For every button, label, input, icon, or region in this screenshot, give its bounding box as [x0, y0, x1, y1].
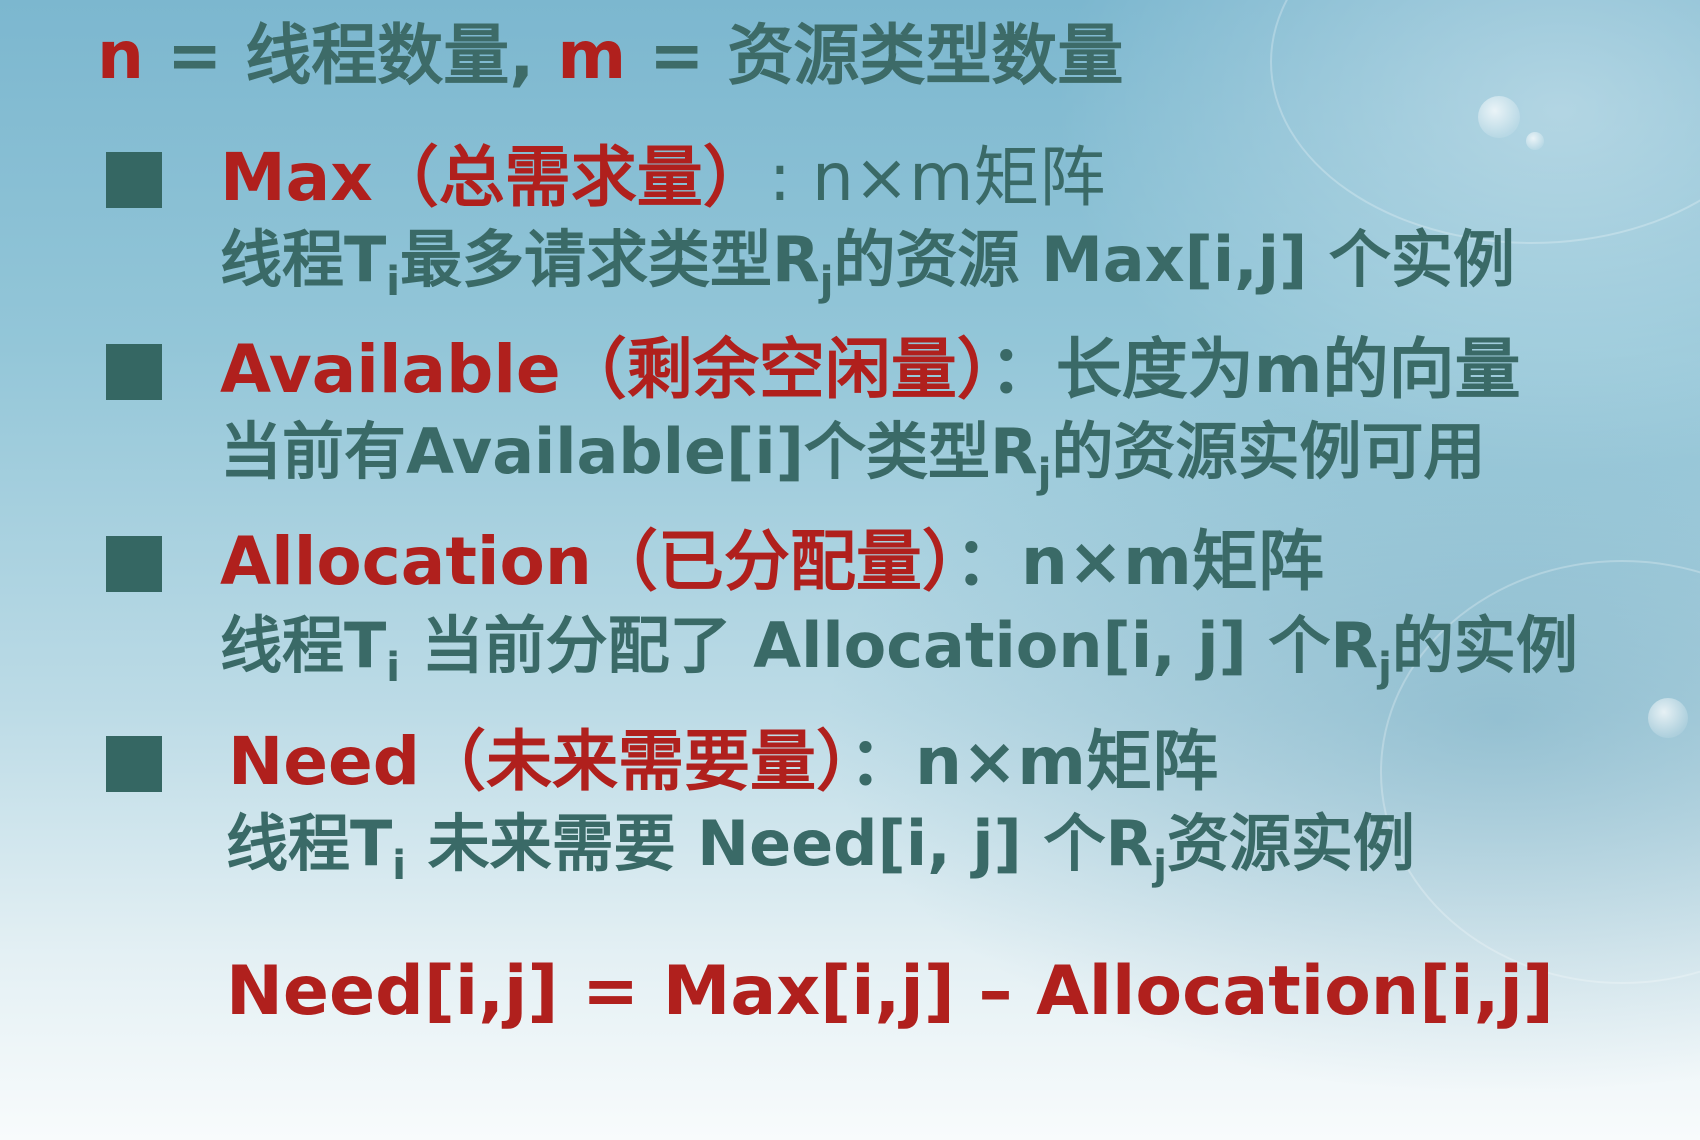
decor-swirl: [1270, 0, 1700, 244]
term-chinese: （未来需要量）: [420, 723, 850, 800]
term-name: Max: [220, 139, 373, 216]
desc-subscript: i: [386, 259, 401, 305]
term-name: Available: [220, 331, 561, 408]
desc-subscript: j: [819, 259, 834, 305]
bullet-description: 线程Ti最多请求类型Rj的资源 Max[i,j] 个实例: [220, 220, 1515, 302]
bullet-title: Max（总需求量）: n×m矩阵: [220, 138, 1105, 218]
bullet-title: Allocation（已分配量）：n×m矩阵: [220, 522, 1324, 602]
heading-n-variable: n: [97, 17, 144, 94]
desc-subscript: j: [1153, 843, 1167, 889]
term-name: Allocation: [220, 523, 592, 600]
desc-text: 线程T: [226, 807, 393, 880]
desc-subscript: i: [386, 645, 401, 691]
heading-n-description: 线程数量,: [245, 17, 535, 94]
heading-m-variable: m: [557, 17, 627, 94]
desc-text: 的资源实例可用: [1051, 415, 1486, 488]
desc-text: 资源实例: [1166, 807, 1415, 880]
bullet-title: Need（未来需要量）：n×m矩阵: [228, 722, 1218, 802]
term-chinese: （剩余空闲量）: [560, 331, 990, 408]
desc-text: 的资源 Max[i,j] 个实例: [833, 223, 1515, 296]
bullet-description: 线程Ti 当前分配了 Allocation[i, j] 个Rj的实例: [220, 606, 1578, 688]
term-type: : n×m矩阵: [768, 139, 1106, 216]
desc-text: 未来需要 Need[i, j] 个R: [406, 807, 1154, 880]
desc-text: 当前有Available[i]个类型R: [220, 415, 1038, 488]
term-type: ：长度为m的向量: [989, 331, 1521, 408]
bullet-description: 当前有Available[i]个类型Rj的资源实例可用: [220, 412, 1486, 494]
desc-text: 最多请求类型R: [400, 223, 820, 296]
term-type: ：n×m矩阵: [849, 723, 1219, 800]
need-formula: Need[i,j] = Max[i,j] – Allocation[i,j]: [226, 952, 1554, 1031]
term-chinese: （已分配量）: [591, 523, 955, 600]
term-chinese: （总需求量）: [372, 139, 769, 216]
bullet-title: Available（剩余空闲量）：长度为m的向量: [220, 330, 1520, 410]
page-heading: n = 线程数量, m = 资源类型数量: [97, 14, 1123, 98]
desc-subscript: i: [392, 843, 407, 889]
desc-text: 线程T: [220, 223, 387, 296]
desc-text: 线程T: [220, 609, 387, 682]
bullet-description: 线程Ti 未来需要 Need[i, j] 个Rj资源实例: [226, 804, 1415, 886]
desc-text: 当前分配了 Allocation[i, j] 个R: [400, 609, 1379, 682]
heading-m-description: 资源类型数量: [727, 17, 1124, 94]
desc-subscript: j: [1037, 451, 1052, 497]
term-type: ：n×m矩阵: [954, 523, 1324, 600]
bullet-square-icon: [106, 344, 162, 400]
desc-subscript: j: [1378, 645, 1392, 691]
bullet-square-icon: [106, 536, 162, 592]
slide: n = 线程数量, m = 资源类型数量 Max（总需求量）: n×m矩阵 线程…: [0, 0, 1700, 1140]
heading-equals: =: [626, 17, 728, 94]
heading-equals: =: [144, 17, 246, 94]
bullet-square-icon: [106, 152, 162, 208]
desc-text: 的实例: [1391, 609, 1578, 682]
bullet-square-icon: [106, 736, 162, 792]
term-name: Need: [228, 723, 421, 800]
